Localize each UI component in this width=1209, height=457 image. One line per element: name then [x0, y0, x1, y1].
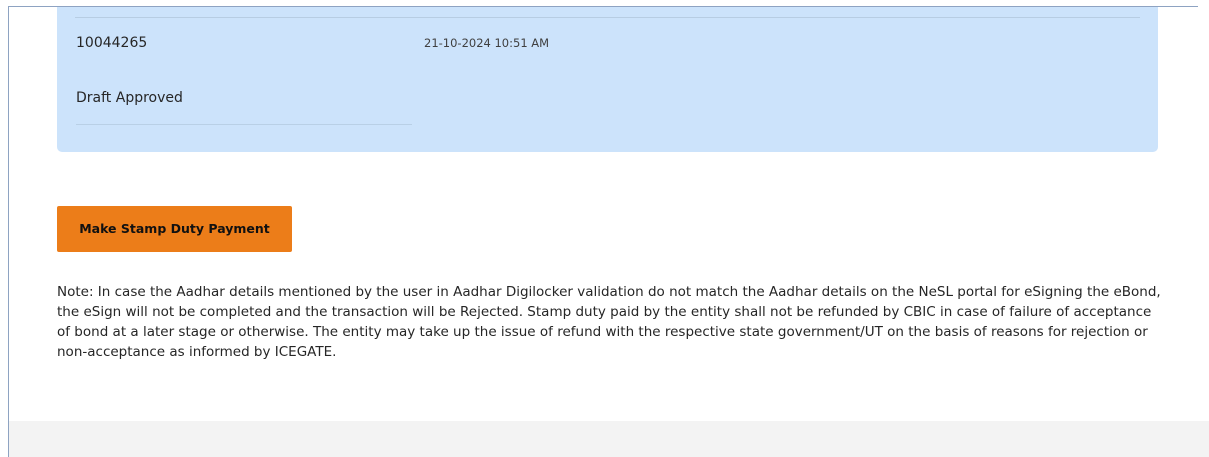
- reference-number: 10044265: [76, 35, 148, 51]
- timestamp: 21-10-2024 10:51 AM: [424, 36, 550, 50]
- payment-note: Note: In case the Aadhar details mention…: [57, 284, 1161, 360]
- panel-divider: [75, 17, 1140, 18]
- status-underline: [76, 124, 412, 125]
- status-text: Draft Approved: [76, 90, 183, 106]
- make-stamp-duty-payment-button[interactable]: Make Stamp Duty Payment: [57, 206, 292, 252]
- bond-details-panel: 10044265 21-10-2024 10:51 AM Draft Appro…: [57, 7, 1158, 152]
- footer-band: [9, 421, 1209, 457]
